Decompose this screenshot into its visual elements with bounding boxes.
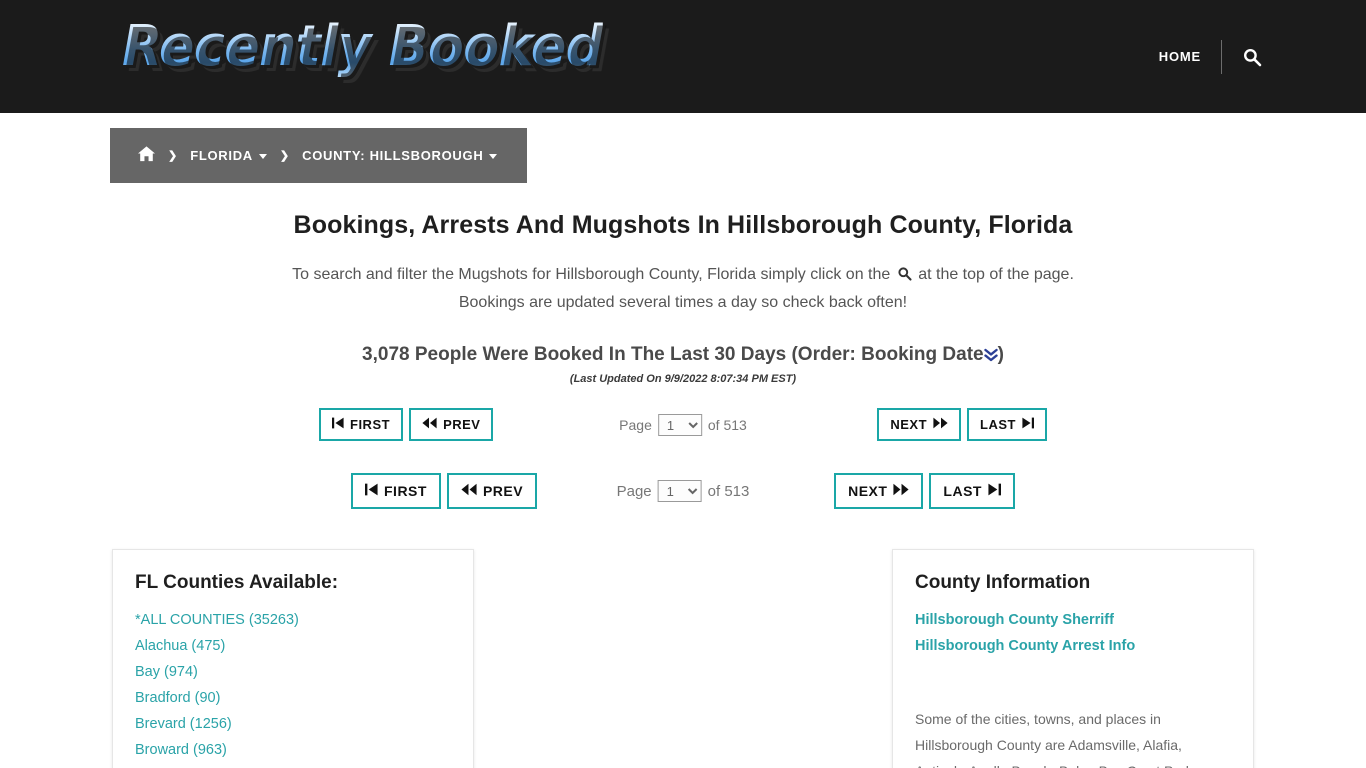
county-link[interactable]: Bay (974) — [135, 664, 451, 680]
page-title: Bookings, Arrests And Mugshots In Hillsb… — [293, 211, 1073, 239]
skip-to-start-icon — [332, 417, 344, 432]
page-selector-bottom: Page 12345 of 513 — [616, 480, 750, 502]
intro-line1-after: at the top of the page. — [918, 266, 1074, 283]
last-updated-text: (Last Updated On 9/9/2022 8:07:34 PM EST… — [569, 373, 797, 385]
last-page-button-2[interactable]: LAST — [929, 473, 1015, 509]
page-select[interactable]: 12345 — [657, 413, 702, 436]
page-of-label-2: of 513 — [707, 482, 750, 500]
page-of-label: of 513 — [707, 416, 747, 433]
breadcrumb-county-label: COUNTY: HILLSBOROUGH — [302, 148, 484, 163]
counties-panel-title: FL Counties Available: — [135, 572, 339, 593]
site-header: Recently Booked HOME — [0, 0, 1366, 113]
sheriff-link[interactable]: Hillsborough County Sherriff — [915, 612, 1231, 628]
pagination-right-group: NEXT LAST — [877, 408, 1047, 441]
next-page-label-2: NEXT — [848, 483, 888, 499]
breadcrumb-home-link[interactable] — [138, 146, 155, 165]
home-icon — [138, 146, 155, 165]
pagination2-left-group: FIRST PREV — [351, 473, 538, 509]
breadcrumb-separator: ❯ — [168, 150, 178, 162]
breadcrumb-wrap: ❯ FLORIDA ❯ COUNTY: HILLSBOROUGH — [0, 113, 1366, 183]
nav-home-link[interactable]: HOME — [1159, 49, 1221, 64]
next-page-label: NEXT — [890, 417, 928, 432]
first-page-button-2[interactable]: FIRST — [351, 473, 441, 509]
last-page-label: LAST — [980, 417, 1016, 432]
pagination-top: FIRST PREV Page 12345 of 513 NEXT — [319, 408, 1047, 441]
booked-summary: 3,078 People Were Booked In The Last 30 … — [0, 344, 1366, 367]
county-link[interactable]: *ALL COUNTIES (35263) — [135, 612, 451, 628]
intro-text: To search and filter the Mugshots for Hi… — [133, 262, 1233, 316]
breadcrumb-separator-2: ❯ — [279, 150, 290, 162]
prev-page-button-2[interactable]: PREV — [446, 473, 538, 509]
intro-line2: Bookings are updated several times a day… — [458, 294, 908, 311]
site-logo[interactable]: Recently Booked — [122, 16, 603, 78]
pagination-bottom: FIRST PREV Page 12345 of 513 NEXT — [351, 473, 1015, 509]
rewind-icon — [422, 417, 437, 432]
last-page-button[interactable]: LAST — [967, 408, 1047, 441]
breadcrumb-item-florida[interactable]: FLORIDA — [190, 148, 267, 163]
prev-page-button[interactable]: PREV — [409, 408, 494, 441]
prev-page-label-2: PREV — [482, 483, 524, 499]
first-page-label-2: FIRST — [384, 483, 427, 499]
arrest-info-link[interactable]: Hillsborough County Arrest Info — [915, 638, 1231, 654]
county-information-title: County Information — [915, 572, 1091, 593]
main-content: Bookings, Arrests And Mugshots In Hillsb… — [0, 211, 1366, 768]
skip-to-end-icon — [1022, 417, 1034, 432]
search-icon — [1242, 47, 1262, 67]
search-button[interactable] — [1222, 47, 1262, 67]
breadcrumb-florida-label: FLORIDA — [190, 148, 253, 163]
county-link[interactable]: Broward (963) — [135, 742, 451, 758]
first-page-label: FIRST — [350, 417, 391, 432]
page-label-2: Page — [616, 482, 652, 500]
last-page-label-2: LAST — [943, 483, 982, 499]
inline-search-icon — [897, 264, 912, 290]
pagination2-right-group: NEXT LAST — [834, 473, 1015, 509]
panels-row: FL Counties Available: *ALL COUNTIES (35… — [0, 549, 1366, 768]
chevron-down-icon-2 — [489, 154, 498, 160]
fast-forward-icon — [933, 417, 948, 432]
pagination-left-group: FIRST PREV — [319, 408, 494, 441]
booked-summary-text: 3,078 People Were Booked In The Last 30 … — [362, 344, 984, 365]
booked-summary-paren: ) — [997, 344, 1004, 365]
page-label: Page — [619, 416, 652, 433]
prev-page-label: PREV — [443, 417, 481, 432]
next-page-button[interactable]: NEXT — [877, 408, 962, 441]
first-page-button[interactable]: FIRST — [319, 408, 404, 441]
intro-line1-before: To search and filter the Mugshots for Hi… — [292, 266, 891, 283]
skip-to-start-icon-2 — [365, 483, 378, 499]
header-nav: HOME — [1159, 0, 1262, 113]
chevron-down-icon — [258, 154, 267, 160]
breadcrumb-item-county[interactable]: COUNTY: HILLSBOROUGH — [302, 148, 498, 163]
county-information-links: Hillsborough County Sherriff Hillsboroug… — [915, 612, 1231, 654]
county-information-panel: County Information Hillsborough County S… — [892, 549, 1254, 768]
county-link[interactable]: Bradford (90) — [135, 690, 451, 706]
counties-panel: FL Counties Available: *ALL COUNTIES (35… — [112, 549, 474, 768]
rewind-icon-2 — [461, 483, 477, 499]
page-selector-top: Page 12345 of 513 — [619, 413, 747, 436]
county-link[interactable]: Brevard (1256) — [135, 716, 451, 732]
county-information-paragraph: Some of the cities, towns, and places in… — [915, 711, 1197, 768]
county-link-list: *ALL COUNTIES (35263) Alachua (475) Bay … — [135, 612, 451, 768]
breadcrumb: ❯ FLORIDA ❯ COUNTY: HILLSBOROUGH — [110, 128, 528, 183]
fast-forward-icon-2 — [893, 483, 909, 499]
skip-to-end-icon-2 — [988, 483, 1001, 499]
next-page-button-2[interactable]: NEXT — [834, 473, 924, 509]
page-select-2[interactable]: 12345 — [657, 480, 702, 502]
chevron-double-down-icon[interactable] — [983, 345, 998, 367]
county-link[interactable]: Alachua (475) — [135, 638, 451, 654]
